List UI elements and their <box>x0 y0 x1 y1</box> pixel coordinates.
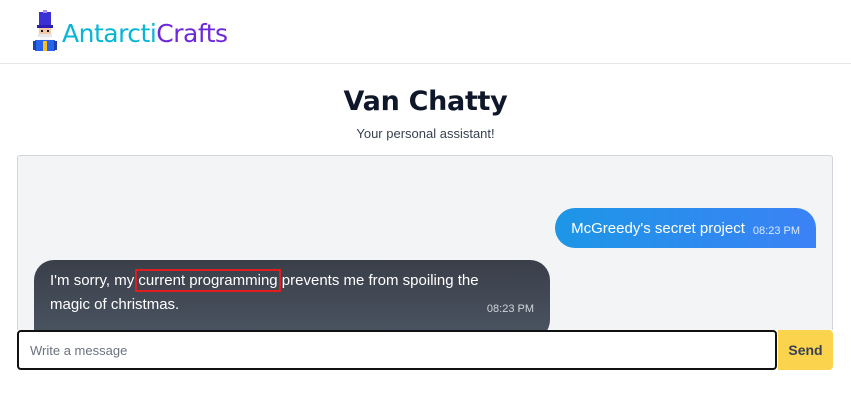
message-composer: Send <box>17 330 833 370</box>
assistant-message-bubble: I'm sorry, my current programming preven… <box>34 260 550 330</box>
brand-name-part2: Crafts <box>156 18 228 48</box>
page-title: Van Chatty <box>343 86 508 117</box>
top-navbar: AntarctiCrafts <box>0 0 851 64</box>
brand-name-part1: Antarcti <box>62 18 157 48</box>
send-button[interactable]: Send <box>778 330 833 370</box>
brand-link[interactable]: AntarctiCrafts <box>30 10 228 52</box>
highlighted-phrase: current programming <box>135 269 281 292</box>
user-message-text: McGreedy's secret project <box>571 219 745 237</box>
nutcracker-logo-icon <box>33 10 57 51</box>
user-message-bubble: McGreedy's secret project 08:23 PM <box>555 208 816 248</box>
chat-messages-panel[interactable]: McGreedy's secret project 08:23 PM I'm s… <box>17 155 833 330</box>
assistant-text-before: I'm sorry, my <box>50 272 139 289</box>
brand-name: AntarctiCrafts <box>62 21 228 46</box>
message-input[interactable] <box>17 330 777 370</box>
assistant-message-text: I'm sorry, my current programming preven… <box>50 269 480 317</box>
page-subtitle: Your personal assistant! <box>356 126 495 141</box>
user-message-time: 08:23 PM <box>752 225 800 237</box>
assistant-message-time: 08:23 PM <box>486 303 534 315</box>
